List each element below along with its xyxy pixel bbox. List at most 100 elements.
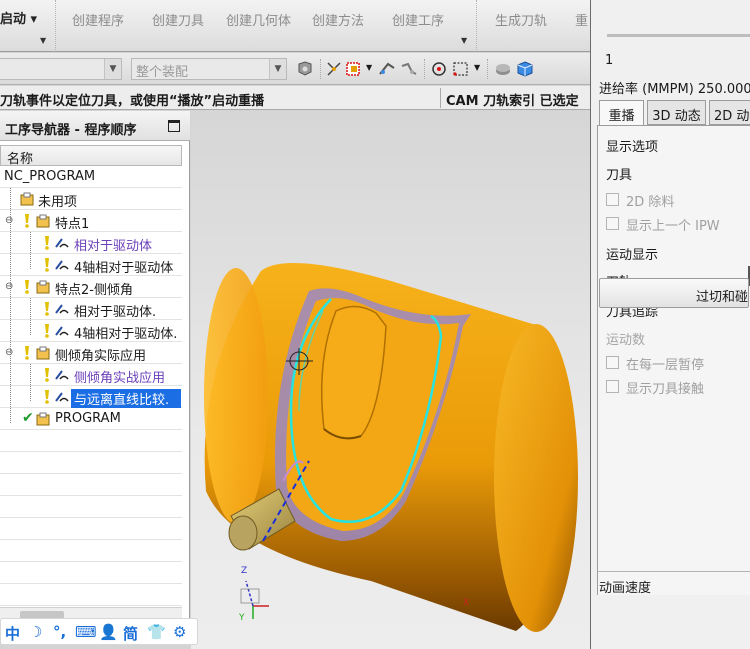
- collapse-icon[interactable]: ⊖: [5, 215, 13, 226]
- snap-point-icon[interactable]: [325, 60, 343, 78]
- select-curve-icon[interactable]: [400, 60, 418, 78]
- ribbon-separator: [476, 0, 477, 50]
- tree-row-label: 与远离直线比较.: [71, 389, 181, 408]
- variable-axis-operation-icon: [55, 370, 69, 380]
- filter-assembly-icon[interactable]: [296, 60, 314, 78]
- tree-row-label: 相对于驱动体: [74, 239, 153, 254]
- navigator-title-bar: 工序导航器 - 程序顺序: [0, 111, 190, 141]
- tree-row-nc-program[interactable]: NC_PROGRAM: [0, 166, 182, 188]
- view-cube-icon[interactable]: [516, 60, 534, 78]
- tree-row-label: PROGRAM: [55, 411, 121, 426]
- tree-row-feature1[interactable]: ⊖ 特点1: [0, 210, 182, 232]
- section-divider: [597, 571, 750, 572]
- tree-row-feature3[interactable]: ⊖ 侧倾角实际应用: [0, 342, 182, 364]
- ime-moon-icon[interactable]: ☽: [29, 623, 42, 641]
- empty-row: [0, 540, 182, 562]
- tree-row-operation[interactable]: 4轴相对于驱动体.: [0, 320, 182, 342]
- select-box-icon[interactable]: [345, 60, 363, 78]
- tree-row-unused[interactable]: 未用项: [0, 188, 182, 210]
- tree-row-feature2[interactable]: ⊖ 特点2-侧倾角: [0, 276, 182, 298]
- ime-punctuation-icon[interactable]: °,: [53, 623, 66, 641]
- frame-slider[interactable]: [607, 34, 750, 37]
- tool-label: 刀具: [606, 168, 633, 183]
- empty-row: [0, 430, 182, 452]
- status-divider: [440, 88, 441, 108]
- tree-row-operation[interactable]: 4轴相对于驱动体: [0, 254, 182, 276]
- collapse-icon[interactable]: ⊖: [5, 347, 13, 358]
- checkbox-show-tool-contact[interactable]: [606, 380, 619, 393]
- ribbon-separator: [55, 0, 56, 50]
- ime-user-icon[interactable]: 👤: [99, 623, 118, 641]
- tree-row-operation[interactable]: 侧倾角实战应用: [0, 364, 182, 386]
- variable-axis-operation-icon: [55, 260, 69, 270]
- part-model: [204, 263, 578, 632]
- feed-rate-label: 进给率 (MMPM) 250.000: [599, 82, 750, 97]
- tab-replay[interactable]: 重播: [599, 100, 644, 127]
- create-geometry-button[interactable]: 创建几何体: [226, 10, 291, 29]
- rectangle-select-icon[interactable]: [452, 60, 470, 78]
- create-method-button[interactable]: 创建方法: [312, 10, 364, 29]
- empty-row: [0, 474, 182, 496]
- frame-value: 1: [605, 53, 614, 68]
- display-options-label: 显示选项: [606, 140, 659, 155]
- tab-2d-dynamic[interactable]: 2D 动: [709, 100, 750, 125]
- ime-chinese-mode-icon[interactable]: 中: [5, 623, 20, 644]
- target-point-icon[interactable]: [430, 60, 448, 78]
- tree-row-label: 特点2-侧倾角: [55, 283, 133, 298]
- exclamation-status-icon: [25, 280, 29, 294]
- ribbon-dropdown-arrow-icon[interactable]: ▼: [461, 36, 467, 45]
- program-folder-icon: [36, 214, 50, 228]
- exclamation-status-icon: [25, 346, 29, 360]
- checkbox-2d-remove[interactable]: [606, 193, 619, 206]
- tree-row-operation-selected[interactable]: 与远离直线比较.: [0, 386, 182, 408]
- empty-row: [0, 518, 182, 540]
- scope-filter-combo[interactable]: 整个装配 ▼: [131, 58, 287, 80]
- start-menu-button[interactable]: 启动 ▾: [0, 8, 37, 27]
- empty-row: [0, 584, 182, 606]
- maximize-icon[interactable]: [168, 120, 180, 132]
- type-filter-combo[interactable]: ▼: [0, 58, 122, 80]
- replay-button[interactable]: 重: [575, 10, 588, 29]
- tool-holder-end: [228, 515, 258, 551]
- motion-display-label: 运动显示: [606, 248, 659, 263]
- status-message: 刀轨事件以定位刀具，或使用“播放”启动重播: [0, 94, 265, 109]
- chevron-down-icon[interactable]: ▼: [366, 63, 372, 72]
- operation-navigator: 工序导航器 - 程序顺序 名称 NC_PROGRAM 未用项 ⊖ 特点1 相对于…: [0, 111, 190, 621]
- exclamation-status-icon: [45, 324, 49, 338]
- collapse-icon[interactable]: ⊖: [5, 281, 13, 292]
- checkbox-pause-each-layer[interactable]: [606, 356, 619, 369]
- create-tool-button[interactable]: 创建刀具: [152, 10, 204, 29]
- ime-keyboard-icon[interactable]: ⌨: [75, 623, 97, 641]
- status-bar: 刀轨事件以定位刀具，或使用“播放”启动重播 CAM 刀轨索引 已选定: [0, 86, 590, 110]
- tree-row-operation[interactable]: 相对于驱动体: [0, 232, 182, 254]
- select-feature-icon[interactable]: [378, 60, 396, 78]
- column-header-name[interactable]: 名称: [0, 145, 182, 167]
- ime-settings-icon[interactable]: ⚙: [173, 623, 186, 641]
- toolpath-visualization-dialog: 1 进给率 (MMPM) 250.000 重播 3D 动态 2D 动 显示选项 …: [590, 0, 750, 649]
- exclamation-status-icon: [45, 302, 49, 316]
- cylinder-left-face: [204, 268, 268, 524]
- checkbox-show-prev-ipw[interactable]: [606, 217, 619, 230]
- ime-simplified-icon[interactable]: 简: [123, 623, 138, 644]
- generate-toolpath-button[interactable]: 生成刀轨: [495, 10, 547, 29]
- tree-row-label: 4轴相对于驱动体: [74, 261, 174, 276]
- shaded-view-icon[interactable]: [494, 60, 512, 78]
- overcut-collision-check-button[interactable]: 过切和碰: [599, 278, 749, 308]
- toolbar-separator: [487, 59, 488, 79]
- program-folder-icon: [36, 412, 50, 426]
- tree-row-operation[interactable]: 相对于驱动体.: [0, 298, 182, 320]
- ime-skin-icon[interactable]: 👕: [147, 623, 166, 641]
- chevron-down-icon[interactable]: ▼: [474, 63, 480, 72]
- selection-toolbar: ▼ 整个装配 ▼ ▼ ▼: [0, 53, 590, 85]
- start-menu-label: 启动: [0, 12, 27, 27]
- ribbon-dropdown-arrow-icon[interactable]: ▼: [40, 36, 46, 45]
- tab-3d-dynamic[interactable]: 3D 动态: [647, 100, 706, 125]
- create-operation-button[interactable]: 创建工序: [392, 10, 444, 29]
- chevron-down-icon: ▼: [269, 59, 286, 79]
- graphics-viewport[interactable]: X Y Z: [191, 111, 590, 649]
- tree-row-program[interactable]: ✔ PROGRAM: [0, 408, 182, 430]
- tree-row-label: NC_PROGRAM: [4, 169, 96, 184]
- checkbox-show-tool-contact-label: 显示刀具接触: [626, 382, 705, 397]
- create-program-button[interactable]: 创建程序: [72, 10, 124, 29]
- variable-axis-operation-icon: [55, 304, 69, 314]
